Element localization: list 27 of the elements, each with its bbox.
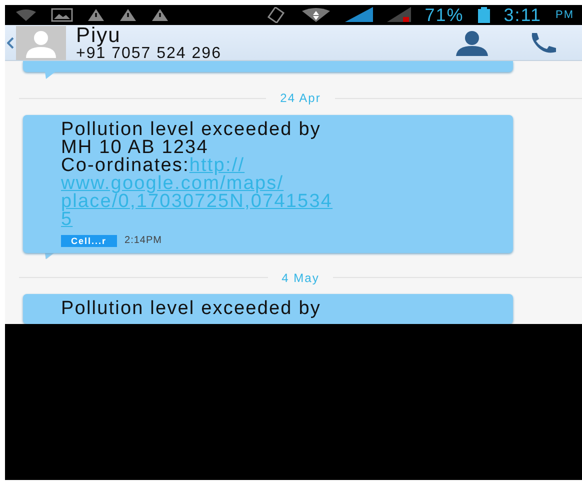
- rotation-icon: [264, 7, 287, 23]
- person-icon[interactable]: [454, 30, 490, 56]
- message-bubble[interactable]: Pollution level exceeded by: [23, 294, 513, 324]
- date-label: 4 May: [282, 270, 320, 285]
- contact-number: +91 7057 524 296: [76, 46, 222, 60]
- bubble-tail: [45, 72, 55, 79]
- back-icon[interactable]: [7, 36, 14, 48]
- battery-percent: 71%: [424, 5, 464, 25]
- contact-name: Piyu: [76, 24, 122, 46]
- sim-label: Cell...r: [61, 234, 117, 246]
- wifi-icon: [300, 8, 331, 22]
- message-text: Pollution level exceeded by MH 10 AB 1234 Co-ordinates:http:// www.google.com/maps/ place/0,17030725N,0741534 5: [61, 120, 334, 228]
- message-bubble[interactable]: Pollution level exceeded by MH 10 AB 1234 Co-ordinates:http:// www.google.com/maps/ place/0,17030725N,0741534 5 Cell...r 2:14PM: [23, 114, 513, 252]
- wifi-question-icon: [15, 9, 37, 21]
- message-text: Pollution level exceeded by: [61, 300, 322, 318]
- picture-icon: [51, 8, 73, 22]
- signal-icon: [386, 7, 411, 23]
- clock-time: 3:11: [504, 5, 542, 25]
- battery-icon: [478, 7, 490, 23]
- warning-icon: [87, 8, 105, 22]
- bubble-tail: [45, 252, 55, 258]
- warning-icon: [119, 8, 137, 22]
- message-time: 2:14PM: [124, 235, 162, 246]
- signal-icon: [344, 7, 373, 23]
- warning-icon: [151, 8, 169, 22]
- clock-period: PM: [556, 8, 574, 23]
- date-label: 24 Apr: [280, 91, 321, 106]
